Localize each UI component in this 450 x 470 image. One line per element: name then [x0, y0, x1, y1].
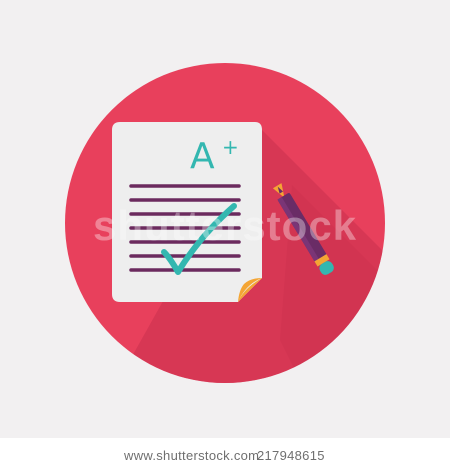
- grade-modifier: +: [222, 135, 239, 159]
- footer-image-id: 217948615: [257, 448, 325, 463]
- grade-letter: A: [190, 136, 215, 177]
- watermark-text: shutterstock: [93, 202, 357, 249]
- stock-image: A + shutterstock www.shutterstock.com 21…: [0, 0, 450, 470]
- graded-test-paper-icon: A + shutterstock: [65, 63, 385, 383]
- footer-bar: www.shutterstock.com 217948615: [0, 438, 450, 470]
- footer-site-url: www.shutterstock.com: [124, 448, 260, 463]
